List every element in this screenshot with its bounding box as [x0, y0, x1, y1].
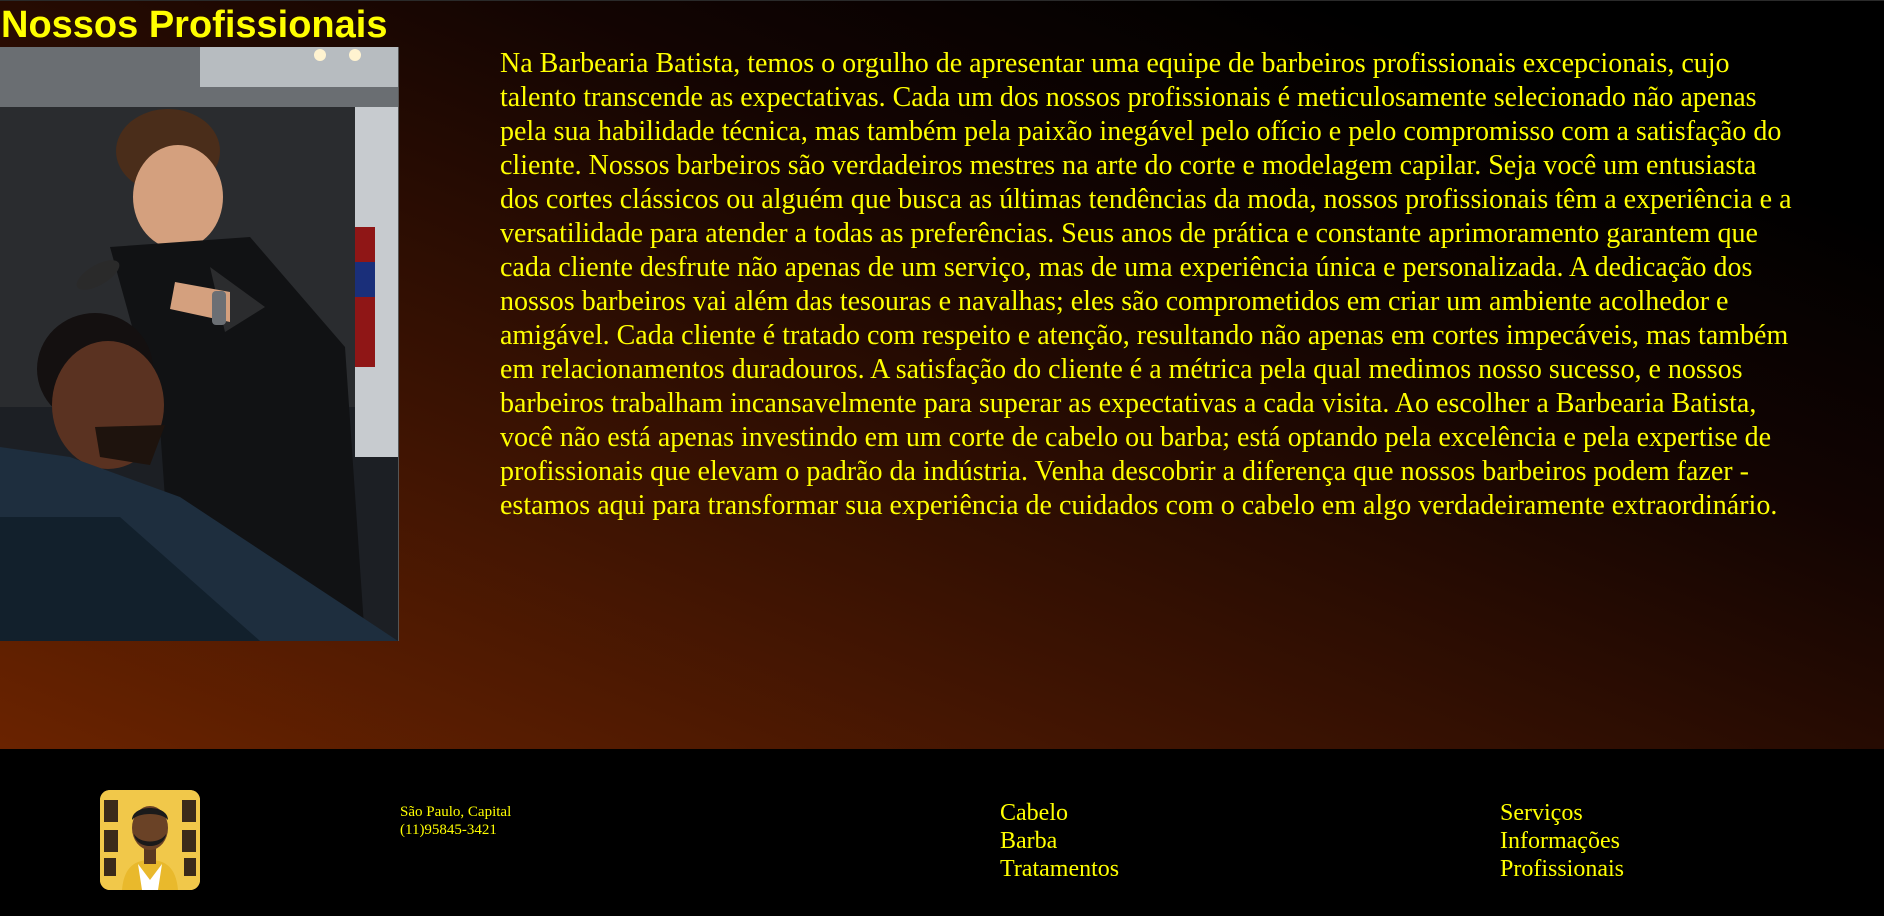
footer: São Paulo, Capital (11)95845-3421 Cabelo… — [0, 749, 1884, 916]
main-section: Nossos Profissionais Na Barbearia Batist… — [0, 0, 1884, 749]
footer-site-nav: Serviços Informações Profissionais — [1500, 799, 1624, 883]
contact-phone: (11)95845-3421 — [400, 822, 497, 838]
contact-info: São Paulo, Capital (11)95845-3421 — [400, 803, 511, 839]
footer-link-informacoes[interactable]: Informações — [1500, 827, 1624, 855]
page-title: Nossos Profissionais — [1, 4, 388, 46]
team-description: Na Barbearia Batista, temos o orgulho de… — [500, 48, 1792, 521]
footer-link-barba[interactable]: Barba — [1000, 827, 1119, 855]
footer-services-nav: Cabelo Barba Tratamentos — [1000, 799, 1119, 883]
footer-link-tratamentos[interactable]: Tratamentos — [1000, 855, 1119, 883]
footer-link-profissionais[interactable]: Profissionais — [1500, 855, 1624, 883]
footer-link-servicos[interactable]: Serviços — [1500, 799, 1624, 827]
barbershop-logo[interactable] — [100, 790, 200, 890]
contact-location: São Paulo, Capital — [400, 804, 512, 820]
footer-link-cabelo[interactable]: Cabelo — [1000, 799, 1119, 827]
barber-photo — [0, 47, 399, 641]
